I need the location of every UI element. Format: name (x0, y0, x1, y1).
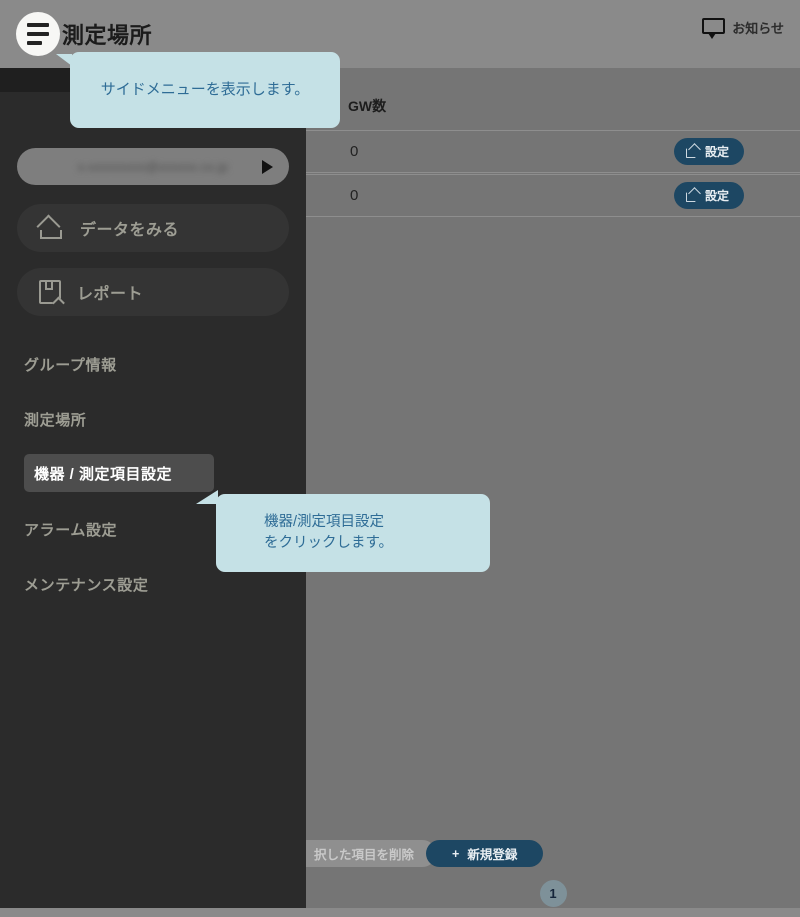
cell-gw-count: 0 (350, 143, 359, 160)
report-icon (39, 280, 65, 310)
tooltip-device-settings: 機器/測定項目設定 をクリックします。 (196, 490, 490, 572)
account-selector[interactable]: s-xxxxxxxxx@xxxxxx.co.jp (17, 148, 289, 185)
tooltip-text: サイドメニューを表示します。 (100, 81, 310, 99)
home-icon (36, 213, 64, 239)
row-settings-button[interactable]: 設定 (674, 138, 744, 165)
speech-bubble-icon (702, 18, 726, 39)
account-email: s-xxxxxxxxx@xxxxxx.co.jp (77, 159, 229, 174)
edit-pencil-icon (686, 143, 701, 158)
pagination-page-1[interactable]: 1 (539, 880, 567, 907)
plus-icon: + (452, 846, 460, 861)
row-settings-label: 設定 (705, 189, 730, 203)
pagination: 1 (306, 880, 800, 907)
hamburger-icon[interactable] (16, 12, 60, 56)
bottom-strip (0, 908, 800, 917)
tooltip-text: 機器/測定項目設定 をクリックします。 (264, 513, 394, 551)
sidebar-item-label: 機器 / 測定項目設定 (34, 465, 173, 483)
action-bar: 択した項目を削除 + 新規登録 (292, 840, 800, 870)
notice-label: お知らせ (732, 21, 784, 36)
delete-selected-button[interactable]: 択した項目を削除 (292, 840, 437, 867)
new-registration-button[interactable]: + 新規登録 (426, 840, 544, 867)
page-title: 測定場所 (62, 23, 153, 48)
sidebar-item-device-measurement-settings[interactable]: 機器 / 測定項目設定 (24, 454, 214, 492)
sidebar-item-label: データをみる (80, 222, 180, 239)
cell-gw-count: 0 (350, 187, 359, 204)
side-drawer: s-xxxxxxxxx@xxxxxx.co.jp データをみる レポート グルー… (0, 68, 306, 908)
column-header-gw-count: GW数 (348, 98, 387, 114)
sidebar-item-label: レポート (77, 286, 144, 303)
sidebar-item-maintenance-settings[interactable]: メンテナンス設定 (24, 574, 149, 595)
sidebar-item-group-info[interactable]: グループ情報 (24, 354, 117, 375)
sidebar-item-view-data[interactable]: データをみる (17, 204, 289, 252)
app-root: 測定場所 お知らせ GW数 0 設定 0 設定 択した項目を削除 + 新規登録 … (0, 0, 800, 917)
sidebar-item-alarm-settings[interactable]: アラーム設定 (24, 519, 117, 540)
sidebar-item-measurement-location[interactable]: 測定場所 (24, 409, 86, 430)
notice-button[interactable]: お知らせ (702, 18, 784, 39)
tooltip-side-menu: サイドメニューを表示します。 (56, 52, 340, 128)
table-row[interactable]: 0 設定 (306, 130, 800, 173)
table-row[interactable]: 0 設定 (306, 174, 800, 217)
row-settings-label: 設定 (705, 145, 730, 159)
measurement-table: GW数 0 設定 0 設定 (306, 68, 800, 828)
new-registration-label: 新規登録 (467, 848, 518, 862)
edit-pencil-icon (686, 187, 701, 202)
sidebar-item-report[interactable]: レポート (17, 268, 289, 316)
play-triangle-icon (262, 160, 273, 174)
row-settings-button[interactable]: 設定 (674, 182, 744, 209)
